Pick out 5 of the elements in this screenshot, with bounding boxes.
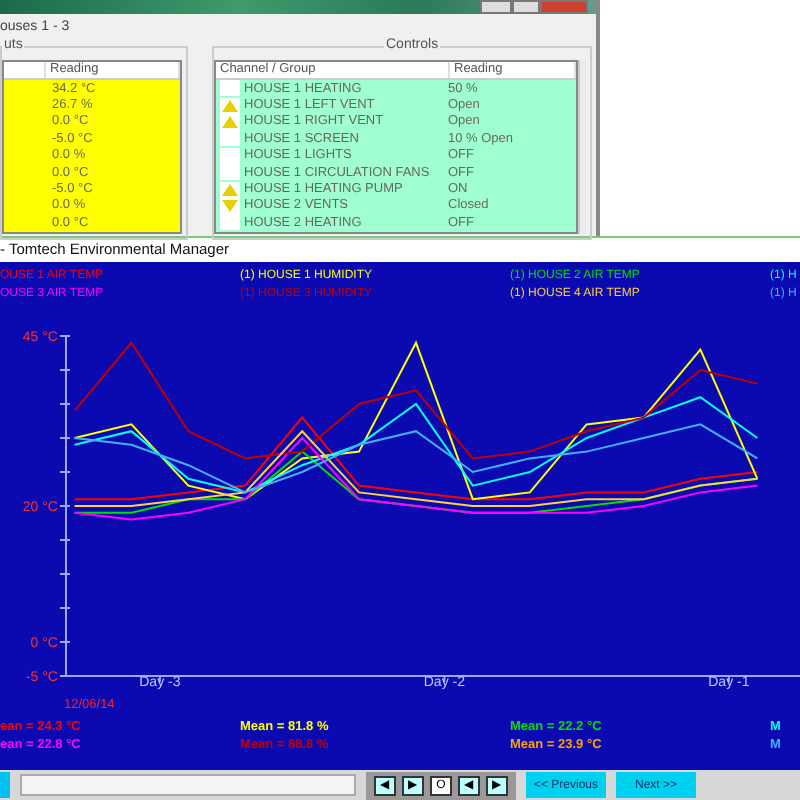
input-field[interactable] [20, 774, 356, 796]
scrollbar[interactable] [578, 60, 586, 234]
maximize-button[interactable] [512, 0, 540, 14]
status-panel [0, 772, 10, 798]
minimize-button[interactable] [480, 0, 512, 14]
